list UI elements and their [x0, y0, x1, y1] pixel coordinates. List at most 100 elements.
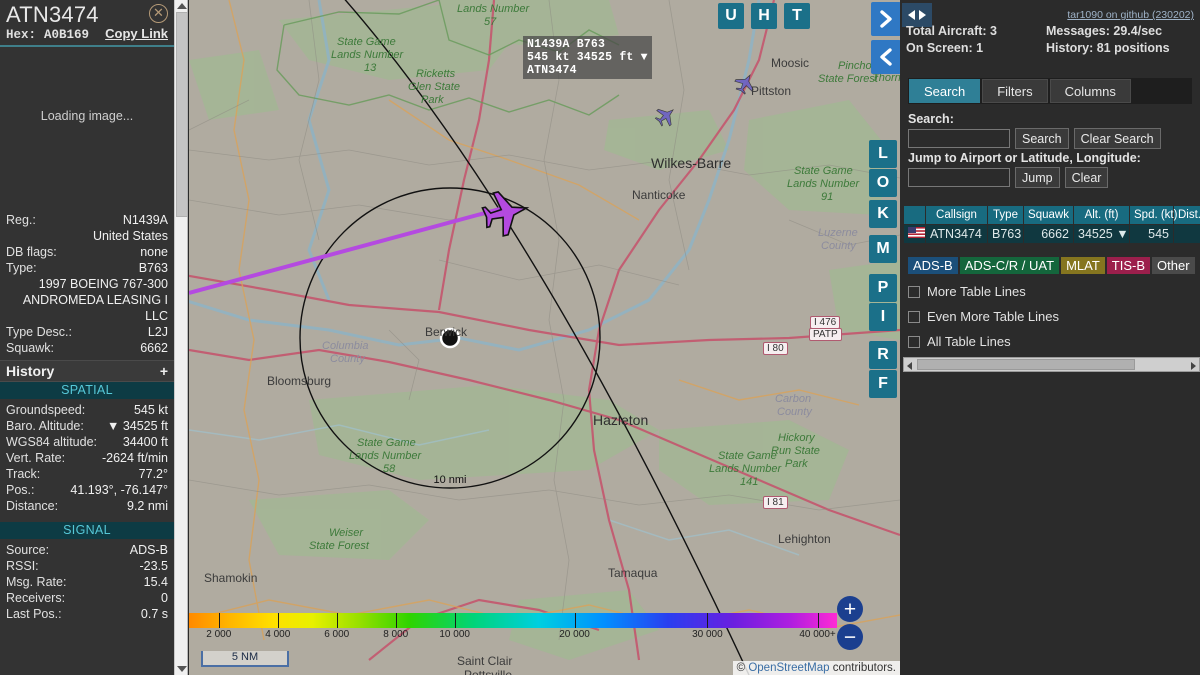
spatial-field-value: 545 kt	[133, 403, 168, 417]
spatial-field-value: 9.2 nmi	[127, 499, 168, 513]
tab-filters[interactable]: Filters	[982, 79, 1048, 103]
all-table-lines-checkbox[interactable]	[908, 335, 920, 348]
altitude-tick	[574, 613, 576, 628]
signal-field-value: ADS-B	[129, 543, 168, 557]
table-horizontal-scrollbar[interactable]	[903, 357, 1200, 372]
table-header-altft[interactable]: Alt. (ft)	[1073, 205, 1130, 225]
tab-search[interactable]: Search	[909, 79, 981, 103]
table-body[interactable]: ATN3474 B763 6662 34525 ▼ 545	[903, 224, 1200, 244]
map-button-u[interactable]: U	[718, 3, 744, 29]
chevron-left-icon[interactable]	[871, 40, 900, 74]
signal-field-key: Receivers:	[6, 591, 66, 605]
zoom-out-button[interactable]: −	[837, 624, 863, 650]
chevron-right-icon[interactable]	[871, 2, 900, 36]
scrollbar-thumb[interactable]	[176, 12, 188, 217]
search-button[interactable]: Search	[1015, 128, 1069, 149]
source-legend: ADS-B ADS-C/R / UAT MLAT TIS-B Other	[908, 257, 1195, 274]
jump-clear-button[interactable]: Clear	[1064, 167, 1109, 188]
table-header-distn[interactable]: Dist. (n	[1173, 205, 1200, 225]
jump-button[interactable]: Jump	[1015, 167, 1060, 188]
altitude-tick-label: 30 000	[692, 629, 723, 640]
scroll-down-icon[interactable]	[177, 666, 187, 672]
spatial-field-key: Vert. Rate:	[6, 451, 66, 465]
table-header-squawk[interactable]: Squawk	[1023, 205, 1074, 225]
table-header-type[interactable]: Type	[987, 205, 1024, 225]
more-table-lines-row[interactable]: More Table Lines	[908, 284, 1026, 299]
map-button-r[interactable]: R	[869, 341, 897, 369]
map-button-h[interactable]: H	[751, 3, 777, 29]
sidebar-scrollbar[interactable]	[174, 0, 188, 675]
spatial-field-value: 34400 ft	[122, 435, 168, 449]
scroll-left-icon[interactable]	[907, 362, 912, 370]
db-field-row: ANDROMEDA LEASING I	[0, 292, 174, 308]
aircraft-db-fields: Reg.: N1439A United States DB flags: none Typ…	[0, 212, 174, 356]
table-header-spdkt[interactable]: Spd. (kt)	[1129, 205, 1177, 225]
source-pill-mlat[interactable]: MLAT	[1061, 257, 1105, 274]
all-table-lines-row[interactable]: All Table Lines	[908, 334, 1011, 349]
map-tiles: 10 nmi	[189, 0, 900, 675]
signal-field-row: Source: ADS-B	[0, 542, 174, 558]
db-field-row: Reg.: N1439A	[0, 212, 174, 228]
clear-search-button[interactable]: Clear Search	[1073, 128, 1161, 149]
jump-input[interactable]	[908, 168, 1010, 187]
source-pill-tisb[interactable]: TIS-B	[1106, 257, 1151, 274]
close-icon[interactable]: ✕	[149, 4, 168, 23]
aircraft-map-label[interactable]: N1439A B763 545 kt 34525 ft ▼ ATN3474	[523, 36, 652, 79]
db-field-key: Type Desc.:	[6, 325, 72, 339]
source-pill-other[interactable]: Other	[1152, 257, 1195, 274]
db-field-key: Squawk:	[6, 341, 54, 355]
db-field-value: LLC	[145, 309, 168, 323]
tab-columns[interactable]: Columns	[1049, 79, 1131, 103]
copy-link-button[interactable]: Copy Link	[105, 26, 168, 41]
table-cell-spd: 545	[1129, 224, 1174, 244]
spatial-field-value: -2624 ft/min	[101, 451, 168, 465]
photo-loading-text: Loading image...	[40, 109, 134, 123]
signal-field-row: Receivers: 0	[0, 590, 174, 606]
even-more-table-lines-row[interactable]: Even More Table Lines	[908, 309, 1059, 324]
zoom-in-button[interactable]: +	[837, 596, 863, 622]
map-button-l[interactable]: L	[869, 140, 897, 168]
aircraft-photo-area: Loading image...	[0, 47, 174, 212]
map-button-p[interactable]: P	[869, 274, 897, 302]
signal-field-key: Msg. Rate:	[6, 575, 67, 589]
map-button-f[interactable]: F	[869, 370, 897, 398]
table-row[interactable]: ATN3474 B763 6662 34525 ▼ 545	[903, 224, 1200, 244]
search-input[interactable]	[908, 129, 1010, 148]
hex-value: A0B169	[44, 28, 90, 42]
table-cell-type: B763	[987, 224, 1024, 244]
db-field-value: ANDROMEDA LEASING I	[22, 293, 168, 307]
source-pill-adsb[interactable]: ADS-B	[908, 257, 958, 274]
aircraft-table[interactable]: Callsign Type Squawk Alt. (ft) Spd. (kt) Dist…	[903, 205, 1200, 244]
db-field-row: DB flags: none	[0, 244, 174, 260]
github-link[interactable]: tar1090 on github (230202)	[1067, 9, 1194, 21]
map-button-k[interactable]: K	[869, 200, 897, 228]
table-header-flag[interactable]	[903, 205, 926, 225]
scroll-up-icon[interactable]	[177, 3, 187, 9]
altitude-tick	[707, 613, 709, 628]
map-view[interactable]: 10 nmi Lands Number 57 State Game Lands Num…	[189, 0, 900, 675]
history-expand-icon[interactable]: +	[160, 363, 168, 379]
scroll-right-icon[interactable]	[1191, 362, 1196, 370]
map-button-i[interactable]: I	[869, 303, 897, 331]
altitude-tick-label: 2 000	[206, 629, 232, 640]
history-section-toggle[interactable]: History +	[0, 360, 174, 382]
aircraft-callsign-title: ATN3474	[6, 2, 99, 27]
spatial-field-row: WGS84 altitude: 34400 ft	[0, 434, 174, 450]
more-table-lines-checkbox[interactable]	[908, 285, 920, 298]
openstreetmap-link[interactable]: OpenStreetMap	[748, 662, 829, 674]
source-pill-adscruat[interactable]: ADS-C/R / UAT	[959, 257, 1060, 274]
spatial-field-value: 41.193°, -76.147°	[70, 483, 168, 497]
svg-text:10 nmi: 10 nmi	[433, 474, 466, 486]
map-button-o[interactable]: O	[869, 169, 897, 197]
map-button-t[interactable]: T	[784, 3, 810, 29]
us-flag-icon	[903, 224, 926, 244]
attribution-suffix: contributors.	[829, 662, 896, 674]
table-header-callsign[interactable]: Callsign	[925, 205, 988, 225]
even-more-table-lines-checkbox[interactable]	[908, 310, 920, 323]
db-field-key: Reg.:	[6, 213, 36, 227]
table-header-row[interactable]: Callsign Type Squawk Alt. (ft) Spd. (kt) Dist…	[903, 205, 1200, 225]
spatial-field-row: Distance: 9.2 nmi	[0, 498, 174, 514]
map-button-m[interactable]: M	[869, 235, 897, 263]
db-field-value: United States	[92, 229, 168, 243]
hscrollbar-thumb[interactable]	[917, 359, 1135, 370]
